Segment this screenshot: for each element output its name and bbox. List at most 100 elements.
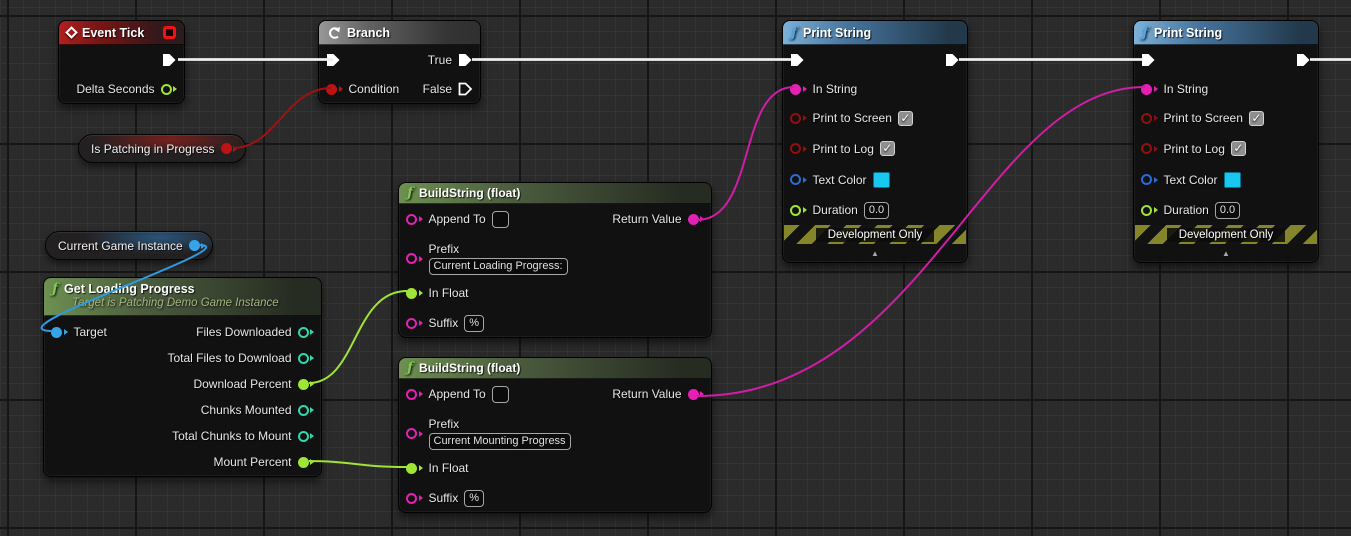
print-to-log-checkbox[interactable]: ✓ (1230, 141, 1246, 156)
development-only-text: Development Only (815, 227, 935, 242)
event-icon (65, 26, 78, 39)
node-build-string-1[interactable]: ƒ BuildString (float) Append To Return V… (398, 182, 712, 338)
total-chunks-pin[interactable] (297, 430, 314, 442)
node-is-patching-in-progress[interactable]: Is Patching in Progress (78, 134, 246, 163)
print-string-1-title: Print String (803, 25, 872, 40)
suffix-input[interactable]: % (464, 314, 485, 332)
download-percent-label: Download Percent (193, 377, 292, 391)
function-icon: ƒ (52, 281, 59, 297)
exec-in-pin[interactable] (790, 53, 805, 67)
in-string-pin[interactable] (1141, 83, 1158, 95)
build-string-1-header: ƒ BuildString (float) (399, 183, 711, 204)
download-percent-pin[interactable] (297, 378, 314, 390)
false-exec-pin[interactable] (458, 82, 473, 96)
exec-out-pin[interactable] (1296, 53, 1311, 67)
node-current-game-instance[interactable]: Current Game Instance (45, 231, 213, 260)
append-to-input[interactable] (491, 385, 509, 403)
text-color-pin[interactable] (1141, 174, 1158, 185)
exec-in-pin[interactable] (326, 53, 341, 67)
in-string-label: In String (1163, 82, 1209, 96)
blueprint-canvas[interactable]: Event Tick Delta Seconds Branch True Con… (0, 0, 1351, 536)
print-to-screen-label: Print to Screen (812, 111, 892, 125)
chunks-mounted-pin[interactable] (297, 404, 314, 416)
print-to-log-checkbox[interactable]: ✓ (879, 141, 895, 156)
text-color-swatch[interactable] (1223, 171, 1241, 188)
development-only-banner: Development Only (1135, 225, 1317, 244)
mount-percent-pin[interactable] (297, 456, 314, 468)
prefix-input[interactable]: Current Mounting Progress (428, 433, 571, 450)
duration-pin[interactable] (790, 204, 807, 216)
build-string-2-title: BuildString (float) (419, 361, 521, 375)
function-icon: ƒ (407, 185, 414, 201)
in-float-label: In Float (428, 286, 469, 300)
return-value-label: Return Value (612, 387, 682, 401)
append-to-input[interactable] (491, 210, 509, 228)
in-float-label: In Float (428, 461, 469, 475)
print-string-2-title: Print String (1154, 25, 1223, 40)
text-color-pin[interactable] (790, 174, 807, 185)
node-build-string-2[interactable]: ƒ BuildString (float) Append To Return V… (398, 357, 712, 513)
delta-seconds-label: Delta Seconds (76, 82, 155, 96)
print-string-2-header: ƒ Print String (1134, 21, 1318, 45)
prefix-pin[interactable] (406, 253, 423, 264)
build-string-1-title: BuildString (float) (419, 186, 521, 200)
exec-in-pin[interactable] (1141, 53, 1156, 67)
target-pin[interactable] (51, 326, 68, 338)
print-to-log-pin[interactable] (790, 143, 807, 154)
in-float-pin[interactable] (406, 287, 423, 299)
collapse-arrow[interactable]: ▲ (871, 249, 879, 258)
prefix-pin[interactable] (406, 428, 423, 439)
exec-out-pin[interactable] (945, 53, 960, 67)
is-patching-out-pin[interactable] (220, 143, 237, 154)
duration-pin[interactable] (1141, 204, 1158, 216)
print-to-screen-checkbox[interactable]: ✓ (1248, 110, 1264, 126)
duration-input[interactable]: 0.0 (863, 201, 890, 219)
suffix-pin[interactable] (406, 317, 423, 329)
print-to-log-label: Print to Log (1163, 141, 1225, 156)
text-color-swatch[interactable] (872, 171, 890, 188)
in-string-pin[interactable] (790, 83, 807, 95)
current-game-instance-out-pin[interactable] (188, 240, 206, 251)
append-to-pin[interactable] (406, 388, 423, 400)
append-to-label: Append To (428, 212, 486, 226)
exec-out-pin[interactable] (162, 53, 177, 67)
suffix-pin[interactable] (406, 492, 423, 504)
current-game-instance-label: Current Game Instance (58, 238, 183, 253)
suffix-input[interactable]: % (464, 489, 485, 507)
development-only-banner: Development Only (784, 225, 966, 244)
print-string-1-header: ƒ Print String (783, 21, 967, 45)
suffix-label: Suffix (428, 491, 459, 505)
duration-input[interactable]: 0.0 (1214, 201, 1241, 219)
collapse-arrow[interactable]: ▲ (1222, 249, 1230, 258)
true-exec-pin[interactable] (458, 53, 473, 67)
in-float-pin[interactable] (406, 462, 423, 474)
node-print-string-2[interactable]: ƒ Print String In String Print to Screen… (1133, 20, 1319, 263)
development-only-text: Development Only (1166, 227, 1286, 242)
node-print-string-1[interactable]: ƒ Print String In String Print to Screen… (782, 20, 968, 263)
wire-float-mountpercent-to-infloat (308, 460, 408, 468)
get-loading-progress-subtitle: Target is Patching Demo Game Instance (72, 297, 279, 309)
branch-title: Branch (347, 25, 391, 40)
function-icon: ƒ (1142, 24, 1149, 41)
in-string-label: In String (812, 82, 858, 96)
node-event-tick[interactable]: Event Tick Delta Seconds (58, 20, 185, 104)
print-to-screen-pin[interactable] (1141, 112, 1158, 124)
append-to-pin[interactable] (406, 213, 423, 225)
mount-percent-label: Mount Percent (213, 455, 292, 469)
files-downloaded-pin[interactable] (297, 326, 314, 338)
node-branch[interactable]: Branch True Condition False (318, 20, 481, 104)
wire-bool-ispatching-to-condition (232, 87, 332, 149)
print-to-screen-checkbox[interactable]: ✓ (897, 110, 913, 126)
node-get-loading-progress[interactable]: ƒ Get Loading Progress Target is Patchin… (43, 277, 322, 477)
print-to-screen-pin[interactable] (790, 112, 807, 124)
text-color-label: Text Color (812, 172, 867, 187)
condition-pin[interactable] (326, 83, 343, 95)
print-to-log-pin[interactable] (1141, 143, 1158, 154)
delta-seconds-pin[interactable] (160, 83, 177, 95)
return-value-pin[interactable] (687, 213, 704, 225)
chunks-mounted-label: Chunks Mounted (200, 403, 292, 417)
return-value-pin[interactable] (687, 388, 704, 400)
breakpoint-icon (163, 26, 176, 39)
prefix-input[interactable]: Current Loading Progress: (428, 258, 568, 275)
total-files-pin[interactable] (297, 352, 314, 364)
